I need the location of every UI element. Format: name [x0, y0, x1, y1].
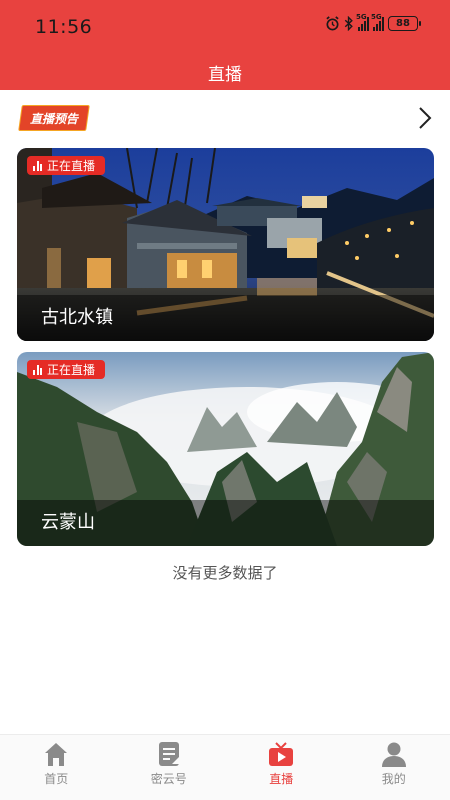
live-bars-icon [33, 160, 42, 171]
status-bar: 11:56 5G 5G 88 [0, 0, 450, 50]
status-icons: 5G 5G 88 [325, 13, 421, 31]
bluetooth-icon [344, 16, 353, 31]
tab-label: 密云号 [150, 772, 187, 786]
tab-profile[interactable]: 我的 [338, 735, 450, 800]
stream-card[interactable]: 正在直播 云蒙山 [17, 352, 434, 546]
tab-live[interactable]: 直播 [225, 735, 338, 800]
signal-icon: 5G [371, 13, 384, 31]
alarm-icon [326, 16, 339, 31]
tab-miyun-account[interactable]: 密云号 [113, 735, 226, 800]
live-status-label: 正在直播 [47, 363, 96, 377]
live-preview-row[interactable]: 直播预告 [0, 100, 450, 136]
home-icon [45, 743, 68, 766]
live-bars-icon [33, 364, 42, 375]
battery-icon: 88 [388, 16, 421, 31]
tab-label: 首页 [44, 772, 69, 786]
signal-icon: 5G [356, 13, 369, 31]
tab-label: 我的 [381, 772, 406, 786]
tab-home[interactable]: 首页 [0, 735, 113, 800]
live-status-label: 正在直播 [47, 159, 96, 173]
bottom-tab-bar: 首页 密云号 直播 我的 [0, 734, 450, 800]
live-preview-label: 直播预告 [29, 112, 78, 126]
tab-label: 直播 [269, 772, 294, 786]
live-status-badge: 正在直播 [27, 156, 106, 175]
stream-title: 古北水镇 [41, 307, 113, 328]
status-time: 11:56 [35, 16, 93, 38]
stream-title: 云蒙山 [41, 512, 95, 533]
stream-card[interactable]: 正在直播 古北水镇 [17, 148, 434, 341]
chevron-right-icon[interactable] [410, 104, 438, 132]
document-icon [158, 742, 179, 766]
tv-icon [269, 742, 294, 766]
user-icon [381, 742, 406, 767]
no-more-data-message: 没有更多数据了 [172, 564, 278, 582]
live-status-badge: 正在直播 [27, 360, 106, 379]
live-preview-badge[interactable]: 直播预告 [18, 105, 90, 131]
nav-bar: 直播 [0, 50, 450, 90]
page-title: 直播 [208, 65, 242, 85]
battery-level: 88 [396, 18, 410, 29]
